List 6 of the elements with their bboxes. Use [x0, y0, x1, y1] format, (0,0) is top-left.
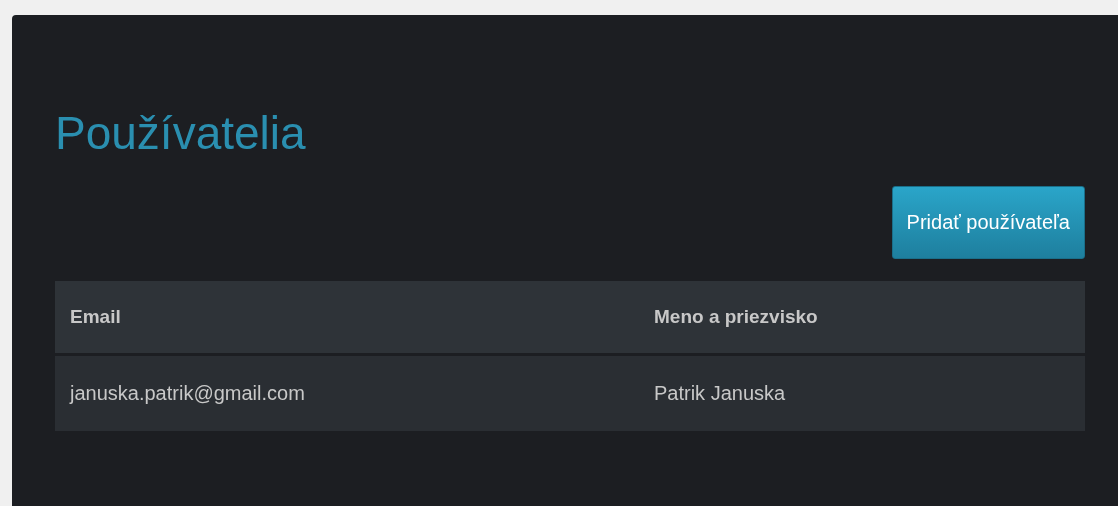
- column-header: Meno a priezvisko: [653, 305, 819, 329]
- column-header: Email: [69, 305, 122, 329]
- table-cell-text: januska.patrik@gmail.com: [68, 381, 306, 406]
- table-cell-text: Patrik Januska: [653, 381, 787, 406]
- page-title: Používatelia: [55, 106, 307, 161]
- add-user-button[interactable]: Pridať používateľa: [891, 186, 1085, 259]
